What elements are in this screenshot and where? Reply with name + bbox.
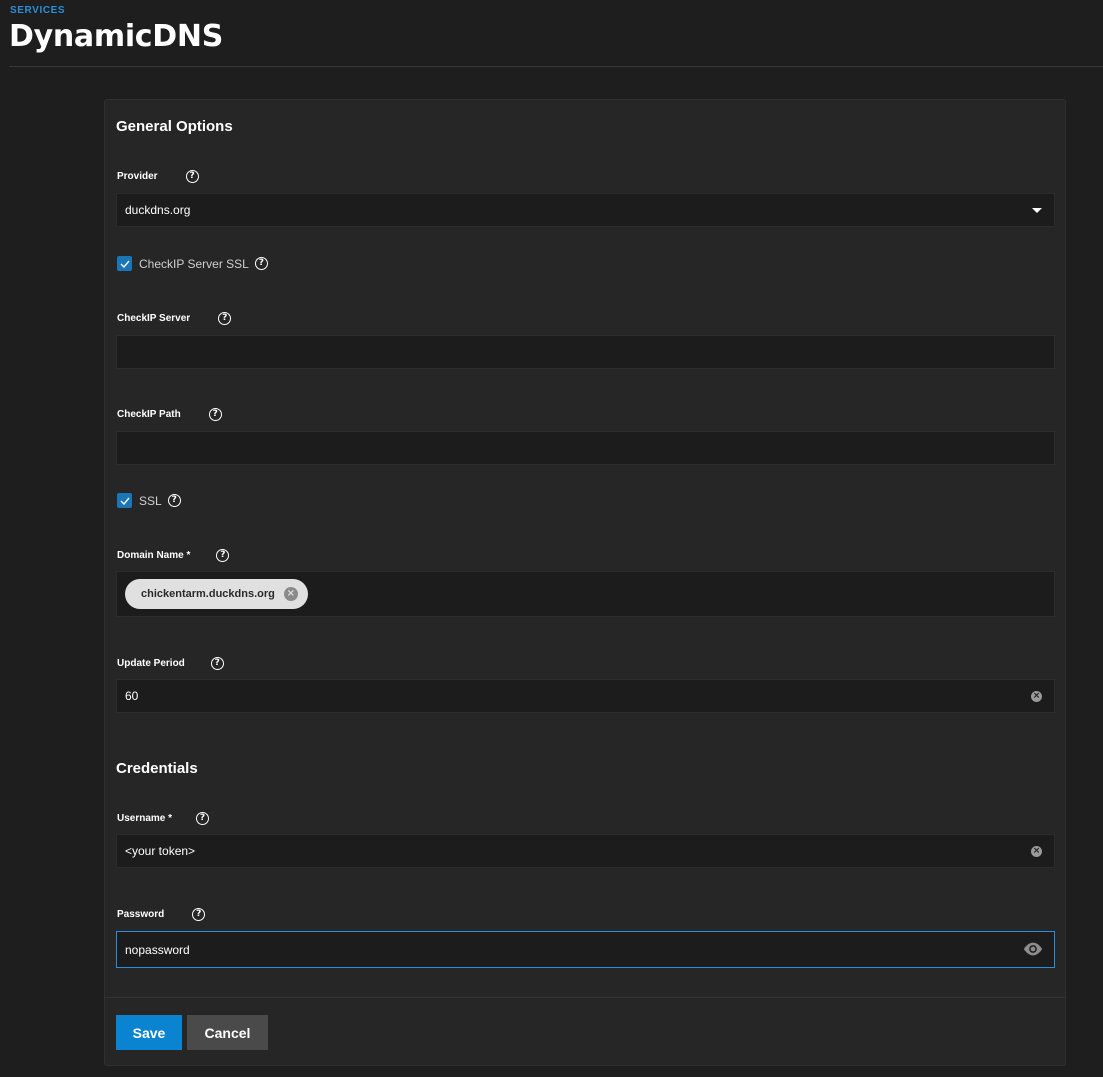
domain-name-label: Domain Name * ? [117, 549, 230, 562]
header-divider [9, 66, 1103, 67]
help-icon[interactable]: ? [185, 170, 199, 183]
update-period-input[interactable]: 60 × [116, 679, 1055, 713]
help-icon[interactable]: ? [196, 812, 210, 825]
provider-value: duckdns.org [125, 203, 191, 217]
password-label-text: Password [117, 909, 165, 920]
checkip-path-label-text: CheckIP Path [117, 409, 181, 420]
checkip-path-input[interactable] [116, 431, 1055, 465]
eye-icon[interactable] [1022, 941, 1044, 957]
username-label-text: Username * [117, 813, 173, 824]
help-icon[interactable]: ? [192, 908, 206, 921]
help-icon[interactable]: ? [167, 494, 181, 507]
password-label: Password ? [117, 908, 206, 921]
update-period-label: Update Period ? [117, 657, 224, 670]
username-input[interactable]: <your token> × [116, 834, 1055, 868]
domain-chip-text: chickentarm.duckdns.org [141, 588, 275, 600]
domain-chip[interactable]: chickentarm.duckdns.org × [125, 579, 308, 609]
domain-name-chip-input[interactable]: chickentarm.duckdns.org × [116, 571, 1055, 617]
clear-icon[interactable]: × [1031, 846, 1042, 857]
ssl-checkbox[interactable] [117, 493, 132, 508]
cancel-circle-icon[interactable]: × [283, 587, 298, 601]
page-header: SERVICES DynamicDNS [0, 0, 1103, 67]
page-title: DynamicDNS [9, 19, 224, 54]
provider-label: Provider ? [117, 170, 199, 183]
checkip-server-input[interactable] [116, 335, 1055, 369]
provider-select[interactable]: duckdns.org [116, 193, 1055, 227]
cancel-button[interactable]: Cancel [187, 1015, 268, 1050]
ssl-row: SSL ? [117, 493, 181, 508]
provider-label-text: Provider [117, 171, 158, 182]
general-options-title: General Options [116, 118, 233, 135]
credentials-title: Credentials [116, 760, 198, 777]
update-period-label-text: Update Period [117, 658, 185, 669]
username-label: Username * ? [117, 812, 210, 825]
footer-divider [105, 997, 1065, 998]
checkip-server-label-text: CheckIP Server [117, 313, 191, 324]
checkip-server-ssl-checkbox[interactable] [117, 256, 132, 271]
checkmark-icon [120, 260, 130, 268]
help-icon[interactable]: ? [208, 408, 222, 421]
domain-name-label-text: Domain Name * [117, 550, 191, 561]
checkip-server-ssl-row: CheckIP Server SSL ? [117, 256, 268, 271]
dynamicdns-form-card: General Options Provider ? duckdns.org C… [104, 99, 1066, 1066]
help-icon[interactable]: ? [254, 257, 268, 270]
help-icon[interactable]: ? [210, 657, 224, 670]
checkip-server-ssl-label[interactable]: CheckIP Server SSL [139, 257, 249, 271]
password-input[interactable]: nopassword [116, 931, 1055, 968]
username-value: <your token> [125, 844, 196, 858]
password-value: nopassword [125, 942, 190, 957]
update-period-value: 60 [125, 689, 139, 703]
help-icon[interactable]: ? [216, 549, 230, 562]
checkip-path-label: CheckIP Path ? [117, 408, 222, 421]
breadcrumb[interactable]: SERVICES [10, 5, 65, 16]
help-icon[interactable]: ? [218, 312, 232, 325]
clear-icon[interactable]: × [1031, 691, 1042, 702]
save-button[interactable]: Save [116, 1015, 182, 1050]
ssl-label[interactable]: SSL [139, 494, 162, 508]
caret-down-icon[interactable] [1032, 208, 1042, 213]
checkip-server-label: CheckIP Server ? [117, 312, 232, 325]
checkmark-icon [120, 497, 130, 505]
